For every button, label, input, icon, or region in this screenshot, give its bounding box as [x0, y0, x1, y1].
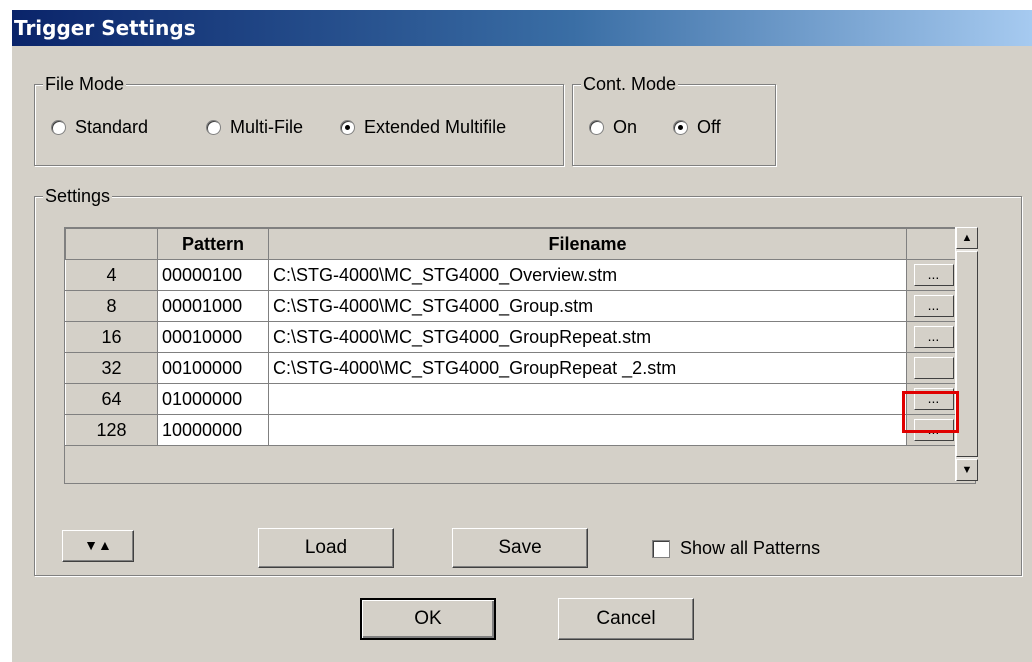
title-bar: Trigger Settings — [12, 10, 1032, 46]
browse-button[interactable]: ... — [913, 264, 954, 287]
col-header-filename: Filename — [268, 228, 907, 260]
highlight-box — [902, 391, 959, 433]
radio-standard[interactable]: Standard — [51, 115, 148, 139]
col-header-number — [65, 228, 158, 260]
table-row: 128 10000000 ... — [65, 414, 961, 446]
radio-off-indicator — [673, 119, 688, 135]
table-header-row: Pattern Filename — [65, 228, 961, 260]
radio-standard-label: Standard — [75, 116, 149, 137]
radio-off[interactable]: Off — [673, 115, 721, 139]
show-all-patterns-label: Show all Patterns — [680, 538, 821, 558]
row-number: 64 — [65, 383, 158, 415]
scroll-thumb[interactable] — [956, 251, 978, 457]
triangle-down-icon: ▼ — [961, 464, 973, 476]
filename-cell[interactable]: C:\STG-4000\MC_STG4000_Overview.stm — [268, 259, 907, 291]
radio-extended-multifile-indicator — [340, 119, 355, 135]
table-row: 8 00001000 C:\STG-4000\MC_STG4000_Group.… — [65, 290, 961, 322]
pattern-cell[interactable]: 10000000 — [157, 414, 269, 446]
trigger-settings-dialog: Trigger Settings File Mode Standard Mult… — [12, 10, 1032, 662]
pattern-cell[interactable]: 00001000 — [157, 290, 269, 322]
cont-mode-label: Cont. Mode — [581, 73, 679, 95]
radio-standard-indicator — [51, 119, 66, 135]
pattern-cell[interactable]: 01000000 — [157, 383, 269, 415]
browse-cell — [906, 352, 961, 384]
radio-on-label: On — [613, 116, 638, 137]
cont-mode-group: Cont. Mode On Off — [572, 73, 776, 166]
radio-multi-file-label: Multi-File — [230, 116, 304, 137]
scroll-up-button[interactable]: ▲ — [956, 227, 978, 249]
row-number: 8 — [65, 290, 158, 322]
radio-multi-file[interactable]: Multi-File — [206, 115, 303, 139]
browse-button[interactable]: ... — [913, 295, 954, 318]
radio-multi-file-indicator — [206, 119, 221, 135]
row-number: 32 — [65, 352, 158, 384]
sort-button[interactable]: ▼▲ — [62, 530, 134, 562]
browse-cell: ... — [906, 321, 961, 353]
table-row: 4 00000100 C:\STG-4000\MC_STG4000_Overvi… — [65, 259, 961, 291]
row-number: 128 — [65, 414, 158, 446]
table-row: 32 00100000 C:\STG-4000\MC_STG4000_Group… — [65, 352, 961, 384]
pattern-cell[interactable]: 00000100 — [157, 259, 269, 291]
col-header-browse — [906, 228, 961, 260]
browse-button[interactable] — [913, 357, 954, 380]
pattern-cell[interactable]: 00100000 — [157, 352, 269, 384]
save-button[interactable]: Save — [452, 528, 588, 568]
radio-off-label: Off — [697, 116, 721, 137]
pattern-grid: Pattern Filename 4 00000100 C:\STG-4000\… — [64, 227, 976, 484]
filename-cell[interactable]: C:\STG-4000\MC_STG4000_GroupRepeat _2.st… — [268, 352, 907, 384]
filename-cell[interactable] — [268, 383, 907, 415]
filename-cell[interactable] — [268, 414, 907, 446]
radio-on-indicator — [589, 119, 604, 135]
browse-cell: ... — [906, 259, 961, 291]
browse-cell: ... — [906, 290, 961, 322]
radio-extended-multifile[interactable]: Extended Multifile — [340, 115, 506, 139]
table-row: 64 01000000 ... — [65, 383, 961, 415]
settings-label: Settings — [43, 185, 113, 207]
file-mode-group: File Mode Standard Multi-File Extended M… — [34, 73, 564, 166]
ok-button[interactable]: OK — [360, 598, 496, 640]
file-mode-label: File Mode — [43, 73, 127, 95]
row-number: 16 — [65, 321, 158, 353]
scroll-down-button[interactable]: ▼ — [956, 459, 978, 481]
window-title: Trigger Settings — [14, 16, 196, 40]
pattern-table: Pattern Filename 4 00000100 C:\STG-4000\… — [65, 228, 961, 446]
browse-button[interactable]: ... — [913, 326, 954, 349]
radio-on[interactable]: On — [589, 115, 637, 139]
triangle-up-icon: ▲ — [961, 232, 973, 244]
radio-extended-multifile-label: Extended Multifile — [364, 116, 507, 137]
cancel-button[interactable]: Cancel — [558, 598, 694, 640]
pattern-cell[interactable]: 00010000 — [157, 321, 269, 353]
show-all-patterns-box — [652, 539, 670, 558]
col-header-pattern: Pattern — [157, 228, 269, 260]
table-scrollbar[interactable]: ▲ ▼ — [955, 227, 978, 481]
row-number: 4 — [65, 259, 158, 291]
table-row: 16 00010000 C:\STG-4000\MC_STG4000_Group… — [65, 321, 961, 353]
show-all-patterns-checkbox[interactable]: Show all Patterns — [652, 538, 820, 559]
filename-cell[interactable]: C:\STG-4000\MC_STG4000_Group.stm — [268, 290, 907, 322]
load-button[interactable]: Load — [258, 528, 394, 568]
filename-cell[interactable]: C:\STG-4000\MC_STG4000_GroupRepeat.stm — [268, 321, 907, 353]
